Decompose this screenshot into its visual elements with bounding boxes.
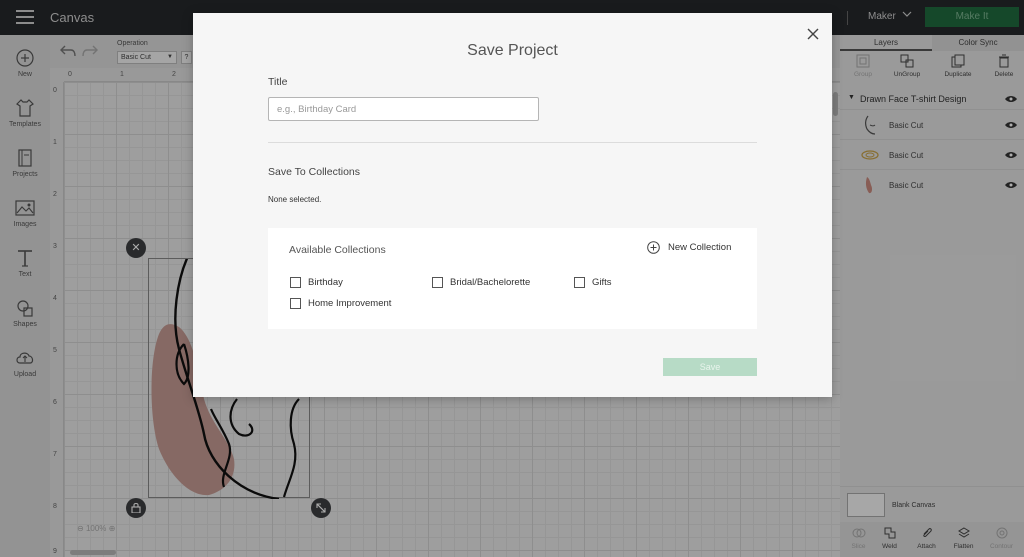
checkbox[interactable] xyxy=(290,277,301,288)
collection-label: Birthday xyxy=(308,277,343,288)
checkbox[interactable] xyxy=(574,277,585,288)
available-collections-panel: Available Collections New Collection Bir… xyxy=(268,228,757,329)
save-to-collections-label: Save To Collections xyxy=(268,166,361,178)
close-icon[interactable] xyxy=(805,26,821,42)
save-project-dialog: Save Project Title Save To Collections N… xyxy=(193,13,832,397)
app-window: Canvas Maker Make It New Templates Proje… xyxy=(0,0,1024,557)
section-divider xyxy=(268,142,757,143)
collection-label: Home Improvement xyxy=(308,298,392,309)
title-field-label: Title xyxy=(268,76,288,88)
new-collection-label: New Collection xyxy=(668,242,732,253)
checkbox[interactable] xyxy=(432,277,443,288)
available-collections-label: Available Collections xyxy=(289,244,386,256)
plus-circle-icon xyxy=(647,241,660,254)
save-button[interactable]: Save xyxy=(663,358,757,376)
selected-collections-status: None selected. xyxy=(268,195,322,204)
dialog-title: Save Project xyxy=(467,42,558,59)
collection-label: Bridal/Bachelorette xyxy=(450,277,531,288)
checkbox[interactable] xyxy=(290,298,301,309)
project-title-input[interactable] xyxy=(268,97,539,121)
collection-label: Gifts xyxy=(592,277,612,288)
